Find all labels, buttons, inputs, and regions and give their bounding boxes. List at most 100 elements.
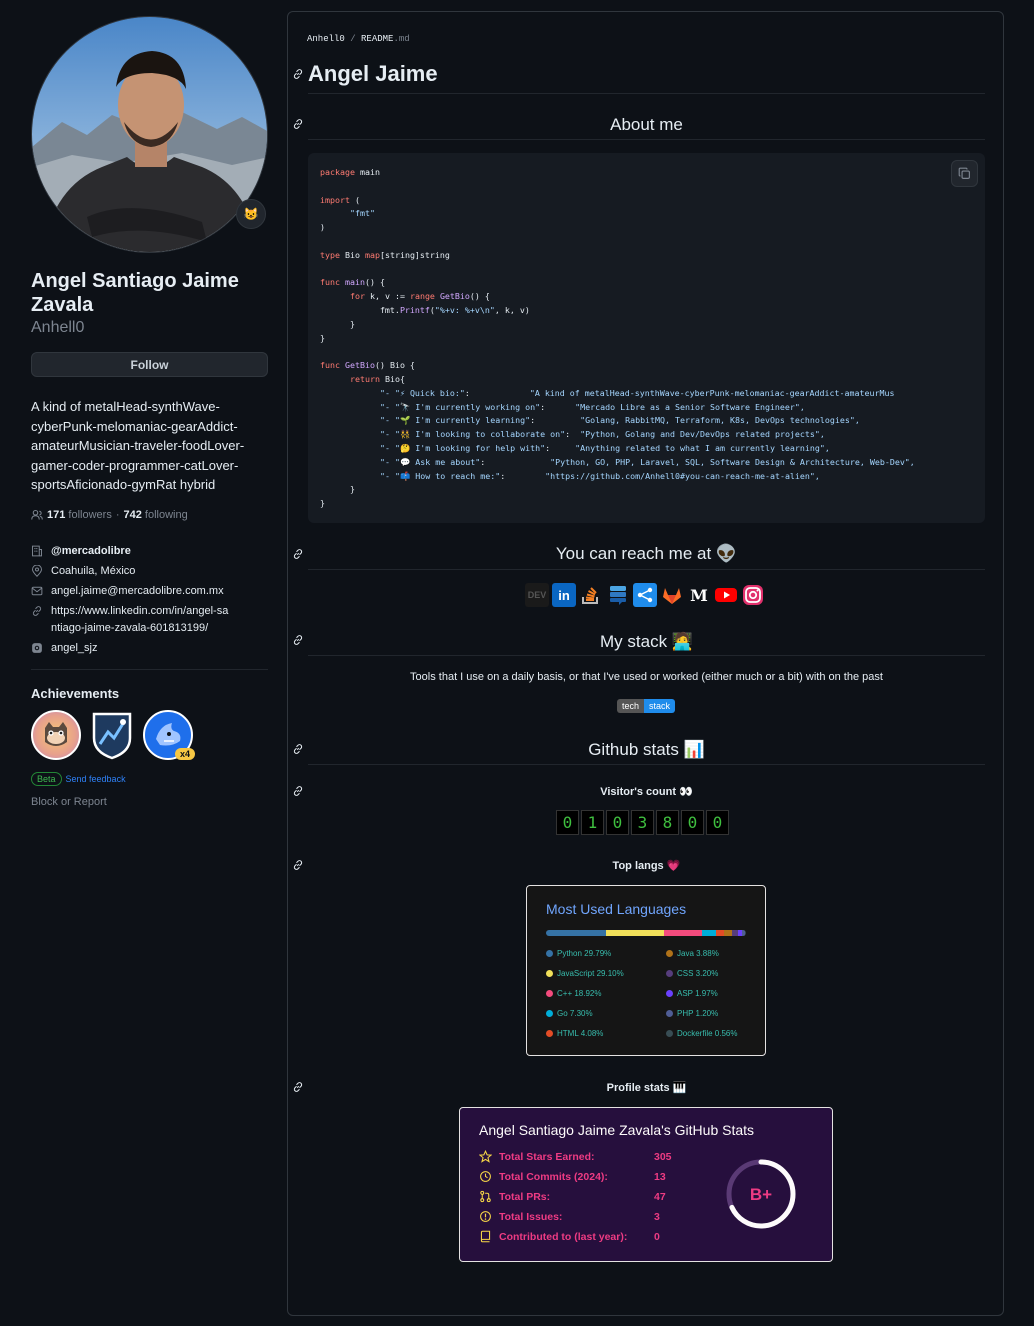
profile-social[interactable]: angel_sjz [31, 640, 268, 657]
block-report-link[interactable]: Block or Report [31, 796, 268, 808]
language-color-dot [546, 1010, 553, 1017]
anchor-link-icon[interactable] [292, 68, 304, 80]
breadcrumb-file: README [361, 34, 394, 44]
readme-panel: Anhell0 / README.md Angel Jaime About me… [287, 11, 1004, 1316]
language-item: Dockerfile 0.56% [666, 1029, 737, 1038]
achievement-badge-starstruck[interactable] [31, 709, 81, 760]
youtube-icon[interactable] [714, 583, 738, 607]
avatar[interactable] [31, 16, 268, 253]
language-item: CSS 3.20% [666, 969, 718, 978]
techstack-badge[interactable]: tech stack [617, 699, 676, 713]
stat-value: 305 [654, 1150, 672, 1163]
breadcrumb: Anhell0 / README.md [307, 34, 410, 44]
language-label: Dockerfile 0.56% [677, 1029, 738, 1038]
heading-profile-stats: Profile stats 🎹 [606, 1082, 687, 1094]
language-label: PHP 1.20% [677, 1009, 719, 1018]
stat-value: 3 [654, 1210, 660, 1223]
location-icon [32, 564, 42, 577]
language-color-dot [666, 970, 673, 977]
anchor-link-icon[interactable] [292, 1081, 304, 1093]
language-bar-segment [663, 930, 702, 936]
stack-description: Tools that I use on a daily basis, or th… [410, 671, 883, 683]
anchor-link-icon[interactable] [292, 634, 304, 646]
anchor-link-icon[interactable] [292, 859, 304, 871]
medium-icon[interactable]: M [687, 583, 711, 607]
language-label: C++ 18.92% [557, 989, 602, 998]
profile-website[interactable]: https://www.linkedin.com/in/angel-santia… [31, 603, 268, 637]
divider [308, 569, 985, 570]
language-label: Go 7.30% [557, 1009, 593, 1018]
profile-org[interactable]: @mercadolibre [31, 543, 268, 560]
visitor-counter: 0 1 0 3 8 0 0 [556, 810, 729, 835]
counter-digit: 0 [706, 810, 729, 835]
profile-username: Anhell0 [31, 319, 85, 336]
heading-about-me: About me [610, 115, 683, 134]
language-bar-segment [701, 930, 717, 936]
anchor-link-icon[interactable] [292, 548, 304, 560]
profile-details: @mercadolibre Coahuila, México angel.jai… [31, 543, 268, 657]
language-item: Java 3.88% [666, 949, 719, 958]
code-block: package main import ( "fmt" ) type Bio m… [308, 153, 985, 523]
status-emoji-icon[interactable]: 😺 [236, 199, 266, 229]
send-feedback-link[interactable]: Send feedback [66, 774, 126, 784]
following-link[interactable]: 742 following [124, 509, 188, 521]
dev-to-icon[interactable]: DEV [525, 583, 549, 607]
language-item: PHP 1.20% [666, 1009, 718, 1018]
language-item: JavaScript 29.10% [546, 969, 624, 978]
languages-card-title: Most Used Languages [546, 901, 687, 917]
rank-text: B+ [750, 1185, 772, 1204]
pull-request-icon [480, 1190, 491, 1203]
profile-email[interactable]: angel.jaime@mercadolibre.com.mx [31, 583, 268, 600]
copy-button[interactable] [951, 160, 978, 187]
profile-bio: A kind of metalHead-synthWave-cyberPunk-… [31, 399, 245, 492]
heading-reach-me: You can reach me at 👽 [555, 544, 738, 563]
stat-label: Total Commits (2024): [499, 1170, 608, 1183]
readme-title: Angel Jaime [308, 61, 438, 86]
divider [31, 668, 268, 670]
breadcrumb-user[interactable]: Anhell0 [307, 34, 345, 44]
anchor-link-icon[interactable] [292, 118, 304, 130]
stat-value: 13 [654, 1170, 666, 1183]
stat-value: 0 [654, 1230, 660, 1243]
follow-counts: 171 followers · 742 following [31, 509, 268, 521]
follow-button[interactable]: Follow [31, 352, 268, 377]
stat-value: 47 [654, 1190, 666, 1203]
counter-digit: 3 [631, 810, 654, 835]
followers-link[interactable]: 171 followers [47, 509, 112, 521]
anchor-link-icon[interactable] [292, 743, 304, 755]
instagram-icon[interactable] [741, 583, 765, 607]
mail-icon [31, 586, 43, 595]
heading-visitors-count: Visitor's count 👀 [600, 786, 693, 798]
anchor-link-icon[interactable] [292, 785, 304, 797]
heading-top-langs: Top langs 💗 [612, 860, 681, 872]
language-bar-segment [744, 930, 746, 936]
achievement-badges: x4 [31, 709, 268, 760]
achievement-badge-pull-shark[interactable]: x4 [143, 709, 195, 760]
stat-label: Contributed to (last year): [499, 1230, 628, 1243]
languages-progress-bar [546, 930, 746, 936]
achievement-badge-quickdraw[interactable] [87, 710, 137, 760]
star-icon [479, 1150, 492, 1163]
gitlab-icon[interactable] [660, 583, 684, 607]
stackexchange-icon[interactable] [606, 583, 630, 607]
rank-ring: B+ [726, 1159, 796, 1229]
linkedin-icon[interactable]: in [552, 583, 576, 607]
stackoverflow-icon[interactable] [579, 583, 603, 607]
achievements-title: Achievements [31, 685, 120, 701]
top-languages-card: Most Used Languages Python 29.79% JavaScr… [526, 885, 766, 1056]
language-color-dot [546, 1030, 553, 1037]
link-icon [32, 605, 42, 616]
language-color-dot [666, 950, 673, 957]
achievement-multiplier: x4 [174, 747, 195, 760]
language-item: HTML 4.08% [546, 1029, 603, 1038]
stat-row: Contributed to (last year): 0 [479, 1230, 660, 1243]
heading-github-stats: Github stats 📊 [588, 740, 705, 759]
language-label: CSS 3.20% [677, 969, 719, 978]
language-color-dot [666, 1030, 673, 1037]
language-color-dot [546, 990, 553, 997]
beta-badge: Beta [31, 771, 62, 786]
share-icon[interactable] [633, 583, 657, 607]
copy-icon [958, 167, 970, 179]
language-bar-segment [546, 930, 606, 936]
language-label: JavaScript 29.10% [557, 969, 624, 978]
